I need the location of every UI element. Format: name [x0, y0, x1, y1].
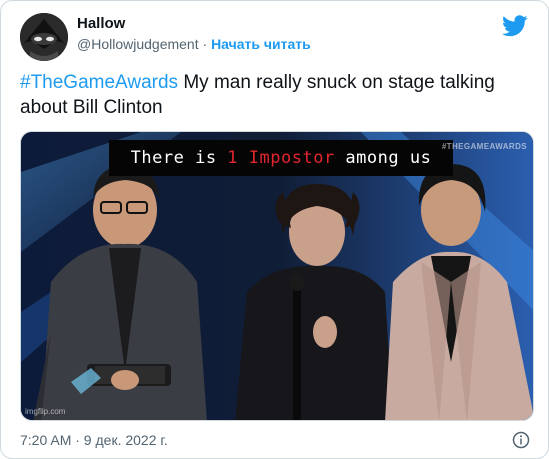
- tweet-card: Hallow @Hollowjudgement · Начать читать …: [0, 0, 549, 459]
- caption-space: [238, 148, 249, 168]
- event-watermark: #THEGAMEAWARDS: [441, 142, 527, 151]
- info-icon[interactable]: [512, 431, 530, 449]
- tweet-media[interactable]: There is 1 Impostor among us #THEGAMEAWA…: [20, 131, 534, 421]
- avatar[interactable]: [20, 13, 68, 61]
- author-handle[interactable]: @Hollowjudgement: [77, 36, 199, 52]
- avatar-image: [20, 13, 68, 61]
- twitter-bird-icon[interactable]: [502, 15, 528, 37]
- hashtag-link[interactable]: #TheGameAwards: [20, 72, 178, 93]
- caption-number: 1: [227, 148, 239, 168]
- author-name[interactable]: Hallow: [77, 15, 125, 32]
- meme-caption: There is 1 Impostor among us: [109, 140, 453, 176]
- handle-separator: ·: [202, 36, 208, 52]
- tweet-text: #TheGameAwards My man really snuck on st…: [20, 70, 535, 120]
- tweet-timestamp[interactable]: 7:20 AM · 9 дек. 2022 г.: [20, 432, 168, 448]
- author-handle-row: @Hollowjudgement · Начать читать: [77, 36, 311, 52]
- caption-part2: among us: [334, 148, 432, 168]
- follow-link[interactable]: Начать читать: [211, 36, 311, 52]
- imgflip-credit: imgflip.com: [25, 407, 66, 416]
- caption-part1: There is: [130, 148, 228, 168]
- caption-red-word: Impostor: [248, 148, 335, 168]
